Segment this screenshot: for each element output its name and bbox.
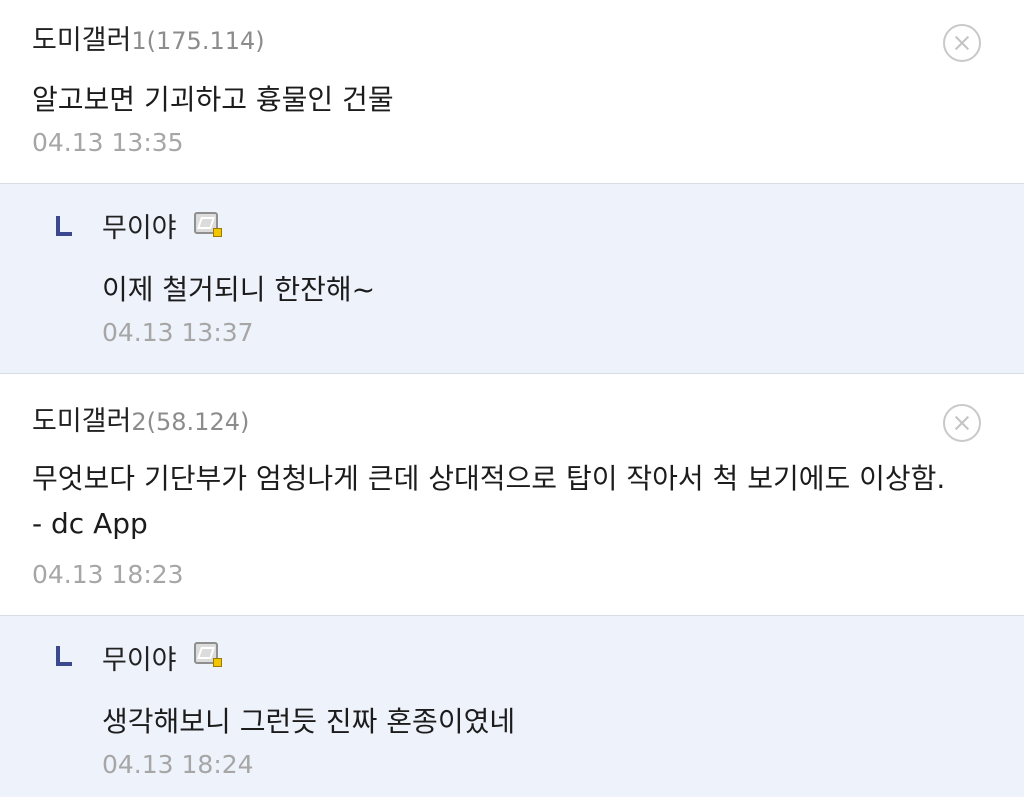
comment-text: 알고보면 기괴하고 흉물인 건물: [32, 83, 394, 116]
comment-text: 무엇보다 기단부가 엄청나게 큰데 상대적으로 탑이 작아서 척 보기에도 이상…: [32, 462, 946, 495]
comment-author[interactable]: 도미갤러2(58.124): [32, 399, 249, 438]
comment-timestamp: 04.13 13:35: [32, 128, 184, 157]
reply-nickname[interactable]: 무이야: [102, 638, 177, 677]
reply-timestamp: 04.13 18:24: [102, 750, 254, 779]
reply-arrow-icon: [56, 646, 72, 666]
reply-arrow-icon: [56, 216, 72, 236]
delete-comment-button[interactable]: [943, 24, 981, 62]
gallery-nick-icon: [194, 212, 222, 237]
comment-item: 도미갤러2(58.124) 무엇보다 기단부가 엄청나게 큰데 상대적으로 탑이…: [0, 374, 1024, 616]
comment-timestamp: 04.13 18:23: [32, 560, 184, 589]
comment-ip: 2(58.124): [131, 408, 250, 436]
reply-nickname[interactable]: 무이야: [102, 206, 177, 245]
reply-text: 이제 철거되니 한잔해~: [102, 273, 376, 306]
comment-author[interactable]: 도미갤러1(175.114): [32, 18, 265, 57]
reply-item: 무이야 생각해보니 그런듯 진짜 혼종이였네 04.13 18:24: [0, 616, 1024, 797]
comment-item: 도미갤러1(175.114) 알고보면 기괴하고 흉물인 건물 04.13 13…: [0, 0, 1024, 184]
reply-timestamp: 04.13 13:37: [102, 318, 254, 347]
delete-comment-button[interactable]: [943, 404, 981, 442]
reply-item: 무이야 이제 철거되니 한잔해~ 04.13 13:37: [0, 184, 1024, 374]
comment-nickname: 도미갤러: [32, 406, 132, 437]
gallery-nick-icon: [194, 642, 222, 667]
comment-ip: 1(175.114): [131, 27, 265, 55]
reply-text: 생각해보니 그런듯 진짜 혼종이였네: [102, 705, 516, 738]
app-tag: - dc App: [32, 507, 148, 540]
comment-nickname: 도미갤러: [32, 25, 132, 56]
